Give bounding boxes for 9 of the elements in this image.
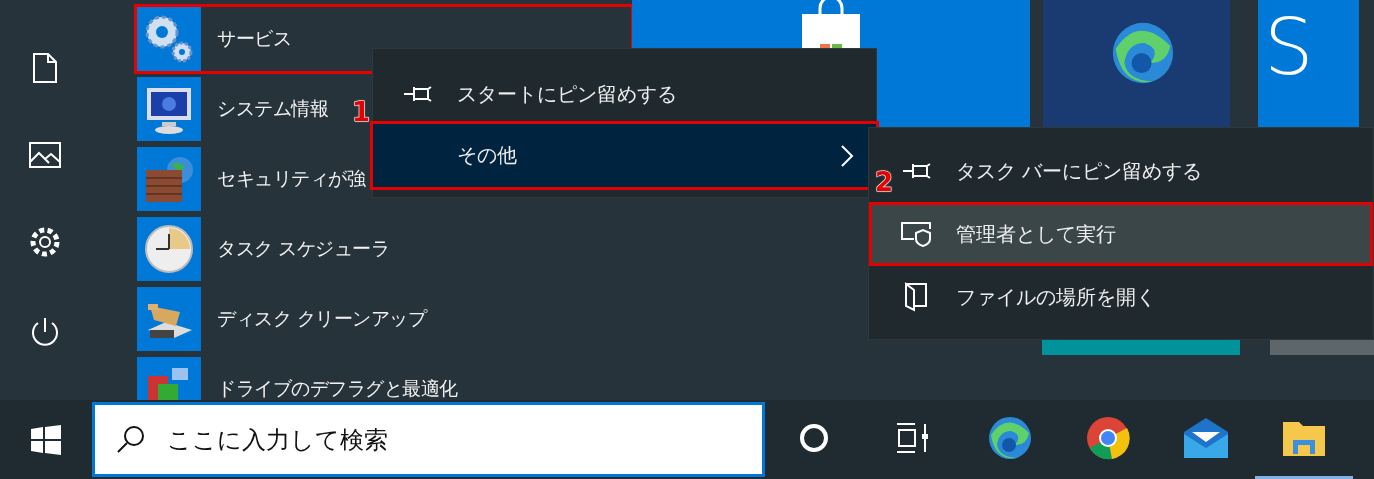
app-name: サービス <box>217 26 291 51</box>
app-name: システム情報 <box>217 96 328 121</box>
app-name: セキュリティが強 <box>217 166 365 191</box>
app-name: タスク スケジューラ <box>217 236 390 261</box>
step-number: 1 <box>352 97 371 127</box>
step-number: 2 <box>875 167 894 197</box>
tile-letter: S <box>1264 8 1314 86</box>
app-name: ディスク クリーンアップ <box>217 306 427 331</box>
app-name: ドライブのデフラグと最適化 <box>217 376 458 400</box>
